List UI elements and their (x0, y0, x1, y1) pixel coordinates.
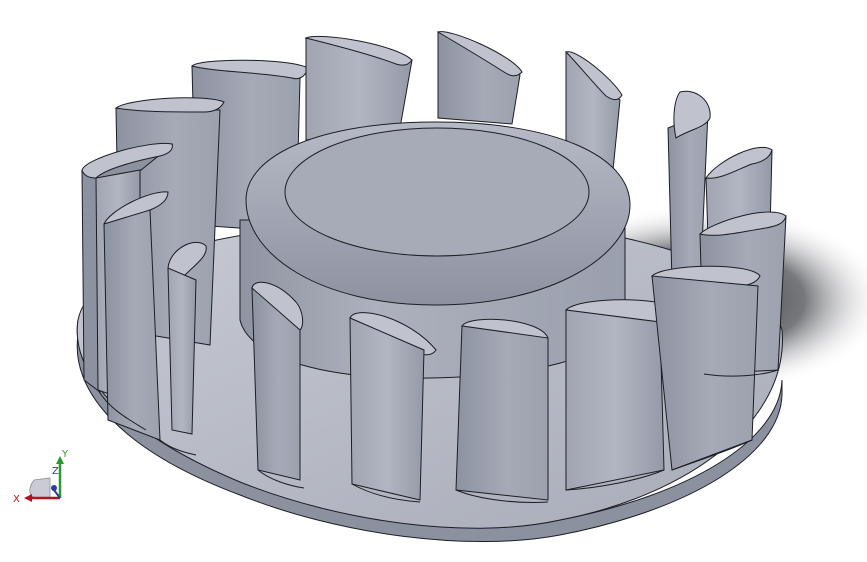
x-axis-arrow-head (24, 494, 32, 502)
y-axis-label: Y (61, 449, 69, 460)
z-axis-dot (51, 485, 57, 491)
hub-cap-top-face (284, 127, 590, 257)
z-axis-label: Z (52, 466, 59, 477)
coordinate-triad[interactable]: Y X Z (10, 444, 80, 510)
triad-plane-icon (29, 477, 51, 499)
3d-model-impeller[interactable] (0, 0, 867, 562)
x-axis-label: X (13, 494, 20, 505)
graphics-viewport[interactable]: Y X Z (0, 0, 867, 562)
